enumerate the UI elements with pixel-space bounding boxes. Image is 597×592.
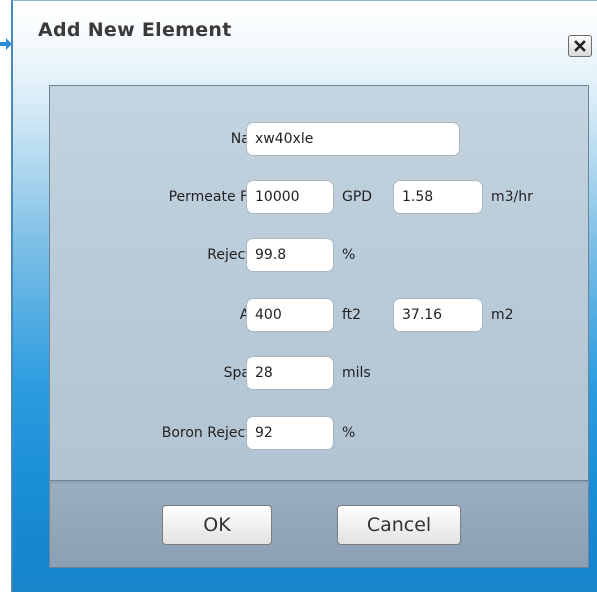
area-ft2-unit: ft2 <box>342 307 362 323</box>
boron-rejection-input[interactable] <box>246 416 334 450</box>
area-row: Area ft2 m2 <box>50 298 590 334</box>
button-panel: OK Cancel <box>49 481 589 568</box>
add-element-dialog: Add New Element Name Permeate Flow GPD m… <box>11 0 597 592</box>
area-ft2-input[interactable] <box>246 298 334 332</box>
close-button[interactable] <box>568 35 592 57</box>
rejection-row: Rejection % <box>50 238 590 274</box>
dialog-title: Add New Element <box>38 19 232 41</box>
rejection-input[interactable] <box>246 238 334 272</box>
permeate-flow-m3hr-unit: m3/hr <box>491 189 533 205</box>
name-input[interactable] <box>246 122 460 156</box>
name-row: Name <box>50 122 590 158</box>
permeate-flow-m3hr-input[interactable] <box>393 180 483 214</box>
rejection-unit: % <box>342 247 356 263</box>
area-m2-unit: m2 <box>491 307 514 323</box>
boron-rejection-row: Boron Rejection % <box>50 416 590 452</box>
permeate-flow-gpd-unit: GPD <box>342 189 373 205</box>
boron-rejection-unit: % <box>342 425 356 441</box>
close-icon <box>574 40 586 52</box>
area-m2-input[interactable] <box>393 298 483 332</box>
spacer-unit: mils <box>342 365 371 381</box>
permeate-flow-gpd-input[interactable] <box>246 180 334 214</box>
spacer-row: Spacer mils <box>50 356 590 392</box>
spacer-input[interactable] <box>246 356 334 390</box>
form-panel: Name Permeate Flow GPD m3/hr Rejection %… <box>49 85 589 481</box>
cancel-button[interactable]: Cancel <box>337 505 461 545</box>
ok-button[interactable]: OK <box>162 505 272 545</box>
permeate-flow-row: Permeate Flow GPD m3/hr <box>50 180 590 216</box>
